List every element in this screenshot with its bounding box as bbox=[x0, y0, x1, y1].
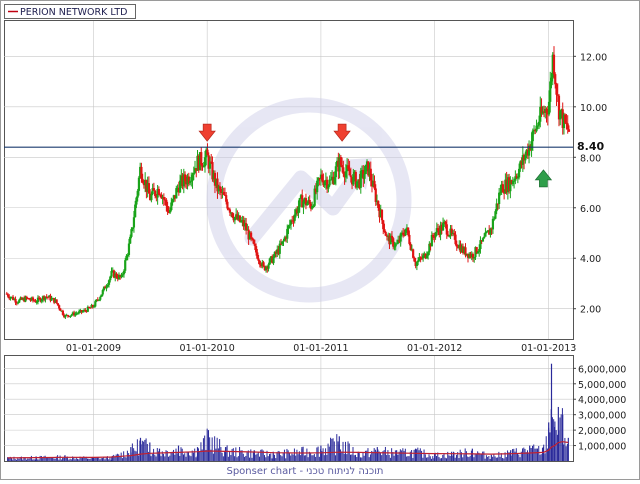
volume-tick-label: 6,000,000 bbox=[578, 364, 626, 375]
price-tick-label: 12.00 bbox=[580, 52, 607, 63]
candle-body bbox=[298, 198, 301, 207]
volume-tick-label: 1,000,000 bbox=[578, 442, 626, 453]
candle-body bbox=[262, 262, 265, 267]
candle-body bbox=[554, 74, 557, 85]
x-tick-label: 01-01-2012 bbox=[407, 343, 462, 354]
x-tick-label: 01-01-2010 bbox=[180, 343, 235, 354]
price-tick-label: 4.00 bbox=[580, 254, 601, 265]
x-tick-label: 01-01-2013 bbox=[521, 343, 576, 354]
candle-body bbox=[137, 177, 141, 191]
candle-body bbox=[349, 175, 352, 178]
candle-body bbox=[89, 307, 92, 309]
candle-body bbox=[272, 257, 275, 264]
candle-body bbox=[250, 232, 253, 238]
candle-body bbox=[58, 305, 61, 309]
candle-body bbox=[380, 209, 384, 221]
candle-body bbox=[567, 129, 571, 132]
candle-body bbox=[127, 243, 131, 255]
volume-tick-label: 2,000,000 bbox=[578, 426, 626, 437]
candle-body bbox=[334, 166, 337, 178]
candle-body bbox=[55, 299, 58, 304]
candle-body bbox=[132, 217, 136, 228]
candle-body bbox=[124, 260, 127, 271]
x-tick-label: 01-01-2009 bbox=[66, 343, 121, 354]
legend-label: PERION NETWORK LTD bbox=[20, 7, 127, 18]
volume-tick-label: 5,000,000 bbox=[578, 380, 626, 391]
candle-body bbox=[363, 173, 366, 179]
x-tick-label: 01-01-2011 bbox=[293, 343, 348, 354]
candle-body bbox=[99, 296, 102, 300]
candle-body bbox=[59, 308, 62, 311]
chart-window: 2.00 4.00 6.00 8.00 10.00 12.00 01-01-2009 01-0… bbox=[0, 0, 640, 480]
reference-line-label: 8.40 bbox=[577, 140, 604, 153]
footer-text: Sponser chart - תוכנה לניתוח טכני bbox=[226, 466, 383, 477]
volume-tick-label: 3,000,000 bbox=[578, 411, 626, 422]
chart-svg: 2.00 4.00 6.00 8.00 10.00 12.00 01-01-2009 01-0… bbox=[0, 0, 640, 480]
price-tick-label: 6.00 bbox=[580, 204, 601, 215]
candle-body bbox=[278, 243, 281, 254]
candle-body bbox=[66, 314, 69, 317]
legend: PERION NETWORK LTD bbox=[4, 4, 136, 19]
candle-body bbox=[552, 54, 556, 75]
price-tick-label: 10.00 bbox=[580, 103, 607, 114]
price-tick-label: 2.00 bbox=[580, 305, 601, 316]
candle-body bbox=[267, 264, 270, 269]
candle-body bbox=[483, 236, 486, 239]
volume-tick-label: 4,000,000 bbox=[578, 395, 626, 406]
price-tick-label: 8.00 bbox=[580, 153, 601, 164]
